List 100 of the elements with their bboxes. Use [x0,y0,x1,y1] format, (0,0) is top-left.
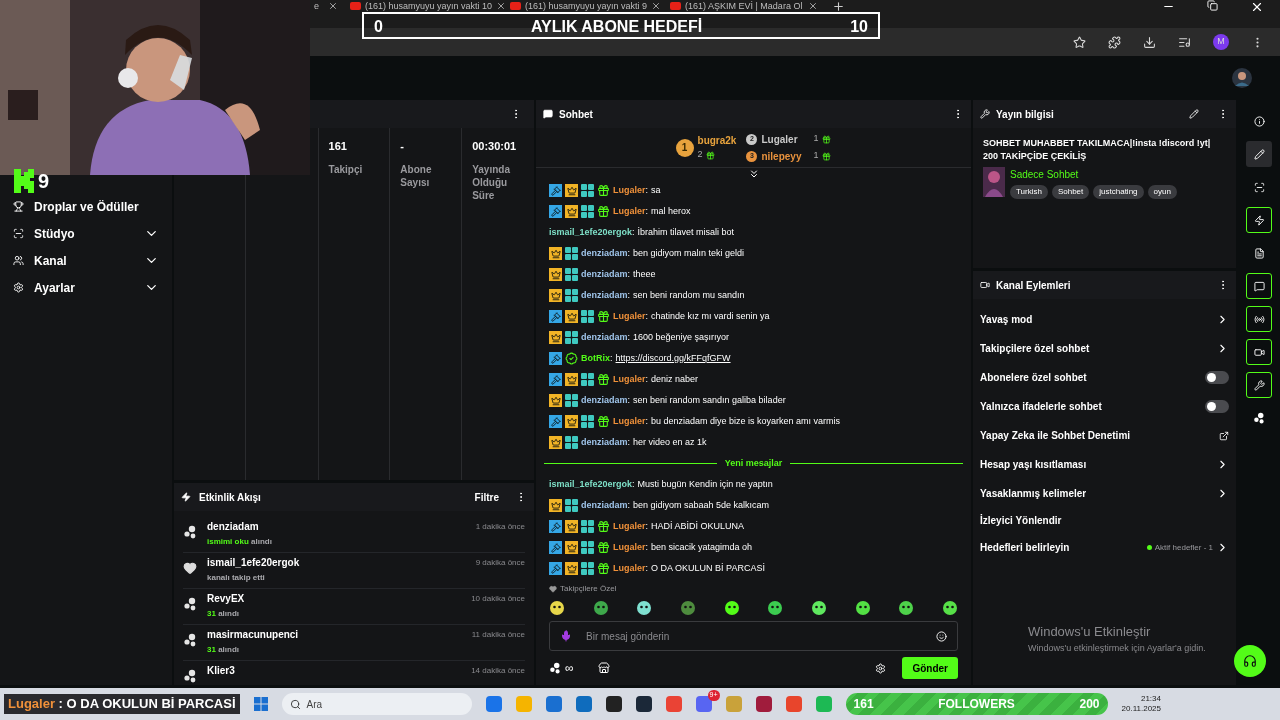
toggle-switch[interactable] [1205,371,1229,384]
chat-message: denziadam: sen beni random sandın galiba bilader [549,390,958,411]
new-tab-icon[interactable] [832,0,845,13]
hammer-badge-icon [549,541,562,554]
clock-date: 20.11.2025 [1121,704,1161,714]
channel-action[interactable]: Yalnızca ifadelerle sohbet [980,392,1229,421]
heart-icon [549,585,557,593]
emote-icon[interactable] [810,600,827,616]
points-balance: ∞ [565,660,574,677]
profile-avatar[interactable]: M [1213,34,1229,50]
followers-goal: 200 [1079,696,1100,713]
channel-action[interactable]: İzleyici Yönlendir [980,508,1229,533]
sidebar-item[interactable]: Droplar ve Ödüller [0,193,172,220]
media-icon[interactable] [1178,35,1191,49]
emote-icon[interactable] [636,600,653,616]
video-site-icon [510,1,521,10]
close-icon[interactable] [496,0,507,11]
channel-action[interactable]: Yavaş mod [980,305,1229,334]
leader-name: Lugaler [761,132,799,147]
crown-badge-icon [565,184,578,197]
emote-icon[interactable] [854,600,871,616]
event-time: 10 dakika önce [471,593,525,605]
emote-icon[interactable] [941,600,958,616]
close-icon[interactable] [1250,0,1264,14]
crown-badge-icon [565,205,578,218]
browser-tab[interactable]: (161) AŞKIM EVİ | Madara Ol [685,0,804,11]
chat-message: Lugaler: mal herox [549,201,958,222]
rail-button[interactable] [1246,141,1272,167]
edit-icon[interactable] [1189,109,1199,119]
sidebar-item[interactable]: Kanal [0,247,172,274]
taskbar-search[interactable]: Ara [281,693,472,715]
tag-chip[interactable]: justchating [1093,185,1144,199]
close-icon[interactable] [651,0,662,11]
sidebar-item[interactable]: Stüdyo [0,220,172,247]
browser-tab[interactable]: (161) husamyuyu yayın vakti 10 [365,0,493,11]
toggle-switch[interactable] [1205,400,1229,413]
restore-icon[interactable] [1207,0,1218,11]
download-icon[interactable] [1143,35,1156,49]
crown-badge-icon [565,373,578,386]
rail-button[interactable] [1246,273,1272,299]
channel-action[interactable]: Yasaklanmış kelimeler [980,479,1229,508]
emote-icon[interactable] [723,600,740,616]
close-icon[interactable] [808,0,818,11]
rail-button[interactable] [1246,339,1272,365]
emote-icon[interactable] [592,600,609,616]
channel-action[interactable]: Abonelere özel sohbet [980,363,1229,392]
status-text: Aktif hedefler - 1 [1154,541,1213,554]
extensions-icon[interactable] [1108,35,1121,49]
message-input[interactable]: Bir mesaj gönderin [586,628,922,644]
channel-action[interactable]: Hesap yaşı kısıtlaması [980,450,1229,479]
rail-button[interactable] [1246,207,1272,233]
stat-value: 00:30:01 [472,139,518,154]
emote-icon[interactable] [767,600,784,616]
hammer-badge-icon [549,352,562,365]
emote-icon[interactable] [898,600,915,616]
app-icon[interactable] [755,696,772,712]
send-button[interactable]: Gönder [902,657,958,679]
rail-button[interactable] [1246,306,1272,332]
message-field[interactable]: Bir mesaj gönderin [549,621,958,651]
dots-icon [183,633,197,647]
tag-chip[interactable]: Sohbet [1051,185,1090,199]
settings-icon[interactable] [875,662,887,674]
windows-start-icon[interactable] [253,697,268,711]
new-messages-divider: Yeni mesajlar [724,456,783,470]
hammer-badge-icon [549,373,562,386]
camera-icon [980,280,990,290]
headset-icon [1243,654,1257,668]
sidebar-item[interactable]: Ayarlar [0,274,172,301]
crown-badge-icon [565,562,578,575]
channel-action[interactable]: Yapay Zeka ile Sohbet Denetimi [980,421,1229,450]
gift-count: 1 [813,132,819,146]
browser-tab[interactable]: (161) husamyuyu yayın vakti 9 [525,0,648,11]
app-icon[interactable] [605,696,622,712]
event-time: 9 dakika önce [475,557,525,569]
tag-chip[interactable]: oyun [1147,185,1177,199]
store-icon[interactable] [597,662,610,674]
support-button[interactable] [1234,645,1266,677]
emote-icon[interactable] [549,600,565,616]
activation-subtitle: Windows'u etkinleştirmek için Ayarlar'a gidin. [1028,641,1206,655]
search-placeholder: Ara [306,697,323,712]
channel-action[interactable]: Takipçilere özel sohbet [980,334,1229,363]
bookmark-star-icon[interactable] [1073,35,1086,49]
filter-button[interactable]: Filtre [474,489,499,505]
event-user: denziadam [207,520,260,534]
close-icon[interactable] [328,0,338,11]
avatar[interactable] [1232,68,1252,88]
category-link[interactable]: Sadece Sohbet [1010,167,1177,182]
emoji-icon[interactable] [936,630,947,642]
rail-button[interactable] [1246,372,1272,398]
gift-badge-icon [597,562,610,575]
event-time: 11 dakika önce [471,629,525,641]
verified-badge-icon [565,352,578,365]
channel-action[interactable]: Hedefleri belirleyin Aktif hedefler - 1 [980,533,1229,562]
stream-title: SOHBET MUHABBET TAKILMACA|!insta !discord !yt| [983,137,1212,150]
app-icon[interactable] [635,696,652,712]
chat-link[interactable]: https://discord.gg/kFFqfGFW [615,351,731,366]
tag-chip[interactable]: Turkish [1010,185,1048,199]
browser-tab[interactable]: e [314,0,324,11]
chat-message: Lugaler: sa [549,180,958,201]
kick-count: 9 [38,169,50,194]
